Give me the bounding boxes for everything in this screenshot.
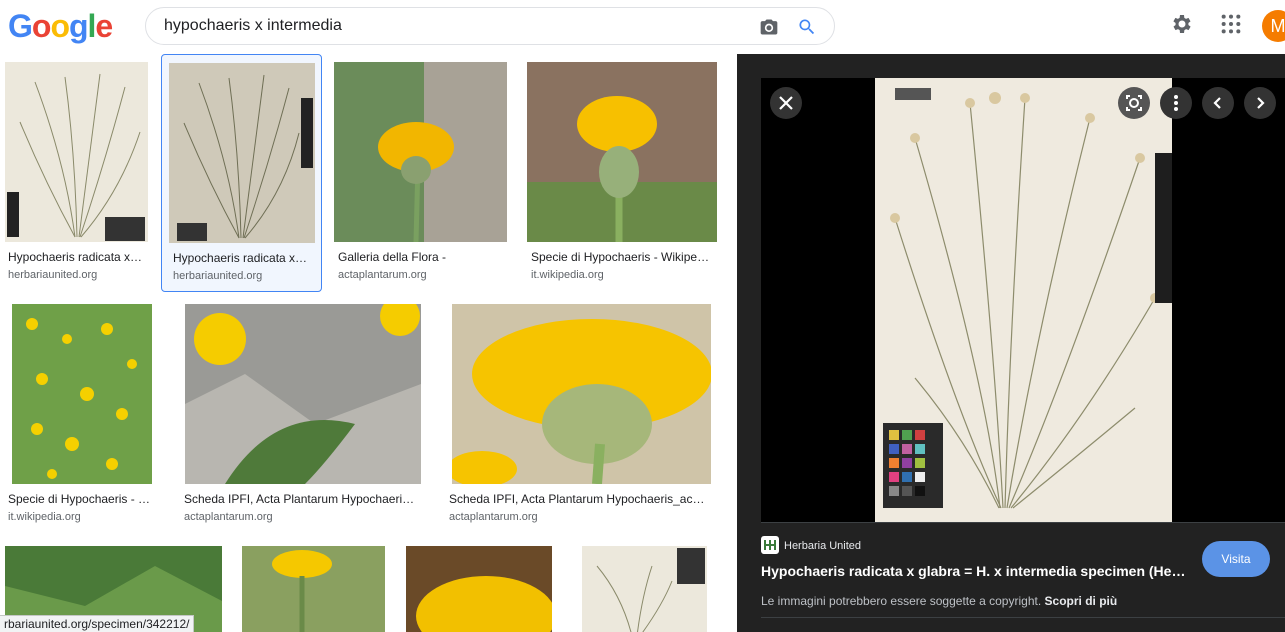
image-results-grid: Hypochaeris radicata x… herbariaunited.o… bbox=[0, 54, 737, 632]
herbarium-specimen-image bbox=[5, 62, 148, 242]
result-thumbnail[interactable] bbox=[452, 304, 711, 484]
yellow-flowers-rocks-image bbox=[185, 304, 421, 484]
image-result-selected[interactable]: Hypochaeris radicata x… herbariaunited.o… bbox=[161, 54, 322, 292]
close-button[interactable] bbox=[770, 87, 802, 119]
next-button[interactable] bbox=[1244, 87, 1276, 119]
image-result[interactable]: Specie di Hypochaeris - Wikipe… it.wikip… bbox=[527, 62, 719, 287]
result-caption[interactable]: Scheda IPFI, Acta Plantarum Hypochaeris_… bbox=[449, 492, 709, 506]
result-source: actaplantarum.org bbox=[449, 511, 538, 523]
header: Google M bbox=[0, 0, 1285, 54]
result-thumbnail[interactable] bbox=[242, 546, 385, 632]
divider bbox=[761, 522, 1285, 523]
preview-image-frame bbox=[761, 78, 1285, 522]
lens-icon bbox=[1126, 95, 1142, 111]
yellow-flower-closeup-image bbox=[406, 546, 552, 632]
yellow-flower-closeup-image bbox=[452, 304, 711, 484]
result-thumbnail[interactable] bbox=[527, 62, 717, 242]
result-thumbnail[interactable] bbox=[334, 62, 507, 242]
result-thumbnail[interactable] bbox=[406, 546, 552, 632]
result-source: actaplantarum.org bbox=[338, 269, 427, 281]
image-result[interactable]: Scheda IPFI, Acta Plantarum Hypochaeris_… bbox=[445, 304, 715, 529]
herbarium-specimen-image bbox=[582, 546, 707, 632]
yellow-flower-image bbox=[334, 62, 507, 242]
preview-specimen-image[interactable] bbox=[875, 78, 1172, 522]
image-result[interactable] bbox=[406, 546, 552, 632]
yellow-flower-image bbox=[527, 62, 717, 242]
logo-letter: g bbox=[68, 8, 89, 44]
logo-letter: o bbox=[31, 8, 52, 44]
learn-more-link[interactable]: Scopri di più bbox=[1045, 594, 1118, 608]
more-vert-icon bbox=[1174, 95, 1178, 111]
result-caption[interactable]: Specie di Hypochaeris - Wikipe… bbox=[531, 250, 711, 264]
logo-letter: o bbox=[50, 8, 70, 44]
image-result[interactable] bbox=[242, 546, 385, 632]
gear-icon[interactable] bbox=[1169, 12, 1193, 36]
divider bbox=[761, 617, 1285, 618]
chevron-left-icon bbox=[1213, 97, 1221, 109]
image-result[interactable] bbox=[572, 546, 717, 632]
result-thumbnail[interactable] bbox=[5, 62, 148, 242]
apps-grid-icon[interactable] bbox=[1220, 13, 1242, 35]
image-result[interactable]: Scheda IPFI, Acta Plantarum Hypochaeri… … bbox=[180, 304, 425, 529]
search-box bbox=[145, 7, 835, 45]
herbarium-specimen-image bbox=[169, 63, 315, 243]
result-thumbnail[interactable] bbox=[185, 304, 421, 484]
result-thumbnail[interactable] bbox=[169, 63, 315, 243]
chevron-right-icon bbox=[1257, 97, 1265, 109]
result-caption[interactable]: Hypochaeris radicata x… bbox=[8, 250, 148, 264]
result-caption[interactable]: Hypochaeris radicata x… bbox=[173, 251, 313, 265]
logo-letter: G bbox=[8, 8, 33, 44]
lens-button[interactable] bbox=[1118, 87, 1150, 119]
logo-letter: e bbox=[95, 8, 113, 44]
close-icon bbox=[779, 96, 793, 110]
image-result[interactable]: Galleria della Flora - actaplantarum.org bbox=[334, 62, 509, 287]
google-logo[interactable]: Google bbox=[8, 8, 113, 45]
preview-source-name[interactable]: Herbaria United bbox=[784, 540, 861, 552]
result-caption[interactable]: Specie di Hypochaeris - … bbox=[8, 492, 153, 506]
avatar[interactable]: M bbox=[1262, 10, 1285, 42]
result-caption[interactable]: Galleria della Flora - bbox=[338, 250, 508, 264]
preview-title[interactable]: Hypochaeris radicata x glabra = H. x int… bbox=[761, 563, 1191, 579]
status-bar-url: rbariaunited.org/specimen/342212/ bbox=[0, 615, 195, 632]
visit-button[interactable]: Visita bbox=[1202, 541, 1270, 577]
copyright-text: Le immagini potrebbero essere soggette a… bbox=[761, 594, 1042, 608]
more-options-button[interactable] bbox=[1160, 87, 1192, 119]
yellow-flowers-field-image bbox=[12, 304, 152, 484]
site-favicon-icon bbox=[761, 536, 779, 554]
search-icon[interactable] bbox=[797, 17, 817, 37]
result-source: it.wikipedia.org bbox=[8, 511, 81, 523]
result-thumbnail[interactable] bbox=[582, 546, 707, 632]
previous-button[interactable] bbox=[1202, 87, 1234, 119]
preview-panel: Herbaria United Hypochaeris radicata x g… bbox=[737, 54, 1285, 632]
yellow-flower-image bbox=[242, 546, 385, 632]
image-result[interactable]: Hypochaeris radicata x… herbariaunited.o… bbox=[5, 62, 150, 287]
logo-letter: l bbox=[87, 8, 97, 44]
result-source: actaplantarum.org bbox=[184, 511, 273, 523]
result-source: it.wikipedia.org bbox=[531, 269, 604, 281]
result-source: herbariaunited.org bbox=[173, 270, 263, 282]
image-result[interactable]: Specie di Hypochaeris - … it.wikipedia.o… bbox=[5, 304, 155, 529]
result-caption[interactable]: Scheda IPFI, Acta Plantarum Hypochaeri… bbox=[184, 492, 420, 506]
result-source: herbariaunited.org bbox=[8, 269, 98, 281]
result-thumbnail[interactable] bbox=[12, 304, 152, 484]
search-input[interactable] bbox=[164, 8, 744, 44]
copyright-notice: Le immagini potrebbero essere soggette a… bbox=[761, 594, 1117, 608]
camera-icon[interactable] bbox=[759, 17, 779, 37]
